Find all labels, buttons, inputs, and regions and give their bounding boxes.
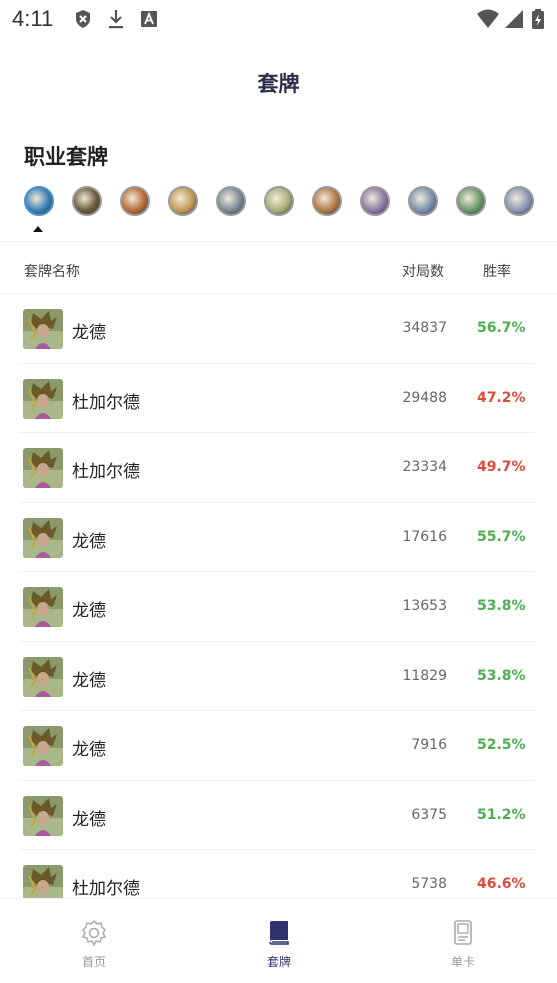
status-time: 4:11 xyxy=(12,6,54,31)
paladin-icon[interactable] xyxy=(264,186,294,216)
deck-win-rate: 46.6% xyxy=(477,876,526,892)
battery-charging-icon xyxy=(532,9,544,29)
deck-win-rate: 55.7% xyxy=(477,528,526,545)
deck-row[interactable]: 龙德 7916 52.5% xyxy=(0,711,557,781)
druid-hero-portrait-icon xyxy=(23,726,63,766)
nav-cards-label: 单卡 xyxy=(450,955,475,969)
deck-name: 龙德 xyxy=(72,670,106,691)
warrior-icon[interactable] xyxy=(504,186,534,216)
deck-list: 龙德 34837 56.7% 杜加尔德 29488 47.2% 杜加尔德 23334 49.7%… xyxy=(0,294,557,898)
table-header: 套牌名称 对局数 胜率 xyxy=(0,242,557,294)
deck-games-count: 17616 xyxy=(402,528,447,545)
deck-row[interactable]: 龙德 17616 55.7% xyxy=(0,503,557,572)
deck-win-rate: 52.5% xyxy=(477,737,526,753)
deck-hero-avatar xyxy=(23,517,63,558)
death-knight-icon[interactable] xyxy=(24,186,54,216)
deck-games-count: 23334 xyxy=(402,459,447,475)
druid-icon[interactable] xyxy=(120,186,150,216)
nav-home[interactable]: 首页 xyxy=(64,919,124,969)
shaman-icon[interactable] xyxy=(408,186,438,216)
bottom-navigation: 首页 套牌 单卡 xyxy=(0,898,557,983)
deck-name: 龙德 xyxy=(72,601,106,621)
download-icon xyxy=(109,10,123,29)
deck-row[interactable]: 龙德 34837 56.7% xyxy=(0,294,557,364)
hearthstone-home-icon xyxy=(81,919,107,947)
deck-name: 龙德 xyxy=(72,740,106,760)
deck-name: 杜加尔德 xyxy=(72,879,140,898)
deck-games-count: 5738 xyxy=(411,876,447,892)
deck-games-count: 11829 xyxy=(402,667,447,684)
book-icon xyxy=(269,921,289,945)
deck-hero-avatar xyxy=(23,865,63,898)
deck-hero-avatar xyxy=(23,656,63,697)
nav-cards[interactable]: 单卡 xyxy=(433,919,493,969)
druid-hero-portrait-icon xyxy=(23,795,63,836)
column-header-win-rate: 胜率 xyxy=(483,264,511,280)
deck-name: 龙德 xyxy=(72,531,106,552)
hunter-icon[interactable] xyxy=(168,186,198,216)
font-a-icon xyxy=(141,11,157,27)
nav-decks-label: 套牌 xyxy=(266,955,291,969)
deck-row[interactable]: 杜加尔德 23334 49.7% xyxy=(0,433,557,503)
column-header-games: 对局数 xyxy=(402,264,444,280)
druid-hero-portrait-icon xyxy=(23,309,63,349)
druid-hero-portrait-icon xyxy=(23,587,63,627)
rogue-icon[interactable] xyxy=(360,186,390,216)
signal-icon xyxy=(505,10,523,28)
deck-games-count: 13653 xyxy=(402,598,447,614)
deck-row[interactable]: 龙德 11829 53.8% xyxy=(0,642,557,711)
priest-icon[interactable] xyxy=(312,186,342,216)
deck-row[interactable]: 龙德 6375 51.2% xyxy=(0,781,557,850)
druid-hero-portrait-icon xyxy=(23,656,63,697)
druid-hero-portrait-icon xyxy=(23,865,63,898)
mage-icon[interactable] xyxy=(216,186,246,216)
deck-win-rate: 53.8% xyxy=(477,667,526,684)
section-title: 职业套牌 xyxy=(24,145,108,169)
shield-x-icon xyxy=(76,10,90,28)
deck-hero-avatar xyxy=(23,726,63,766)
deck-hero-avatar xyxy=(23,378,63,419)
druid-hero-portrait-icon xyxy=(23,517,63,558)
page-title: 套牌 xyxy=(257,72,300,96)
selected-class-indicator xyxy=(33,226,43,232)
deck-games-count: 6375 xyxy=(411,806,447,823)
column-header-name: 套牌名称 xyxy=(24,264,80,280)
wifi-icon xyxy=(477,9,499,28)
deck-name: 杜加尔德 xyxy=(72,392,140,413)
deck-name: 龙德 xyxy=(72,809,106,830)
deck-row[interactable]: 杜加尔德 5738 46.6% xyxy=(0,850,557,898)
deck-win-rate: 53.8% xyxy=(477,598,526,614)
deck-name: 杜加尔德 xyxy=(72,462,140,482)
deck-hero-avatar xyxy=(23,309,63,349)
deck-hero-avatar xyxy=(23,448,63,488)
nav-decks[interactable]: 套牌 xyxy=(249,919,309,969)
deck-win-rate: 47.2% xyxy=(477,389,526,406)
nav-home-label: 首页 xyxy=(81,955,106,969)
deck-games-count: 29488 xyxy=(402,389,447,406)
deck-win-rate: 56.7% xyxy=(477,320,526,336)
deck-games-count: 34837 xyxy=(402,320,447,336)
deck-win-rate: 49.7% xyxy=(477,459,526,475)
card-icon xyxy=(454,920,472,945)
druid-hero-portrait-icon xyxy=(23,378,63,419)
deck-row[interactable]: 杜加尔德 29488 47.2% xyxy=(0,364,557,433)
deck-hero-avatar xyxy=(23,795,63,836)
deck-games-count: 7916 xyxy=(411,737,447,753)
deck-name: 龙德 xyxy=(72,323,106,343)
status-bar: 4:11 xyxy=(0,0,557,40)
class-selector xyxy=(24,186,544,220)
deck-win-rate: 51.2% xyxy=(477,806,526,823)
deck-row[interactable]: 龙德 13653 53.8% xyxy=(0,572,557,642)
druid-hero-portrait-icon xyxy=(23,448,63,488)
demon-hunter-icon[interactable] xyxy=(72,186,102,216)
warlock-icon[interactable] xyxy=(456,186,486,216)
deck-hero-avatar xyxy=(23,587,63,627)
